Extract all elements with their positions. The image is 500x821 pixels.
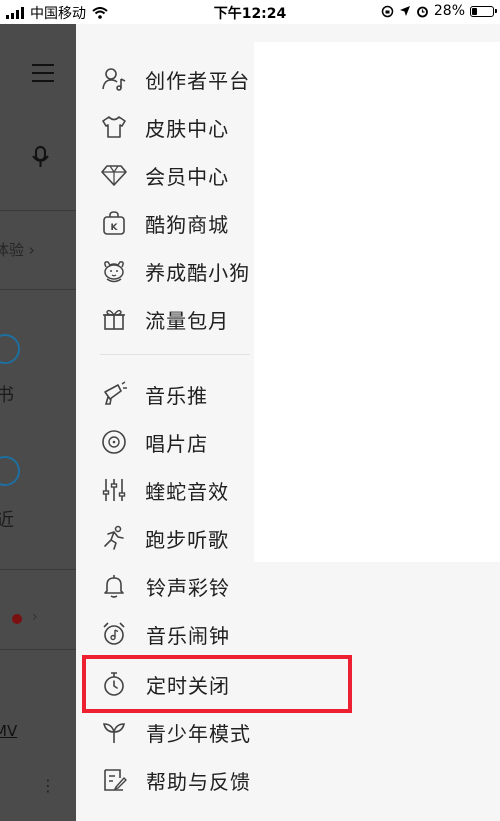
menu-item-label: 养成酷小狗 xyxy=(145,260,251,285)
background-page-overlay[interactable]: 体验 › 书 近 › MV ⋮ xyxy=(0,24,76,821)
status-bar: 中国移动 下午12:24 28% xyxy=(0,0,500,24)
bg-circle-icon xyxy=(0,334,20,364)
menu-item-data-plan[interactable]: 流量包月 xyxy=(76,297,256,341)
menu-item-viper-sound[interactable]: 蝰蛇音效 xyxy=(76,468,256,512)
menu-item-label: 跑步听歌 xyxy=(145,527,230,552)
menu-item-ringtone[interactable]: 铃声彩铃 xyxy=(76,564,376,608)
bg-divider xyxy=(0,210,76,211)
menu-item-creator-platform[interactable]: 创作者平台 xyxy=(76,57,256,101)
menu-item-label: 皮肤中心 xyxy=(145,116,230,141)
sprout-icon xyxy=(98,716,130,748)
more-vertical-icon: ⋮ xyxy=(40,776,56,795)
gift-icon xyxy=(98,303,129,335)
highlight-box xyxy=(82,655,352,713)
menu-item-label: 唱片店 xyxy=(145,431,209,456)
bg-divider xyxy=(0,289,76,290)
bg-divider xyxy=(0,649,76,650)
menu-item-record-store[interactable]: 唱片店 xyxy=(76,420,256,464)
menu-item-skin-center[interactable]: 皮肤中心 xyxy=(76,105,256,149)
menu-item-raise-puppy[interactable]: 养成酷小狗 xyxy=(76,249,256,293)
menu-item-label: 流量包月 xyxy=(145,308,230,333)
tshirt-icon xyxy=(98,111,129,143)
status-right: 28% xyxy=(381,3,497,19)
puppy-icon xyxy=(98,255,129,287)
megaphone-icon xyxy=(98,378,129,410)
menu-item-label: 音乐推 xyxy=(145,383,209,408)
menu-item-teen-mode[interactable]: 青少年模式 xyxy=(76,710,376,754)
alarm-clock-icon xyxy=(98,618,130,650)
bell-icon xyxy=(98,570,130,602)
rotation-lock-icon xyxy=(381,5,394,17)
bg-divider xyxy=(0,569,76,570)
diamond-icon xyxy=(98,159,129,191)
alarm-icon xyxy=(416,6,428,17)
menu-item-label: 酷狗商城 xyxy=(145,212,230,237)
equalizer-icon xyxy=(98,474,129,506)
microphone-icon xyxy=(28,144,54,176)
drawer-white-panel xyxy=(254,42,500,562)
battery-icon xyxy=(470,5,497,17)
running-icon xyxy=(98,522,129,554)
bg-experience-text: 体验 › xyxy=(0,241,35,259)
menu-item-label: 帮助与反馈 xyxy=(146,769,251,794)
bg-recent-text: 近 xyxy=(0,510,14,531)
menu-item-kugou-mall[interactable]: K 酷狗商城 xyxy=(76,201,256,245)
menu-item-label: 铃声彩铃 xyxy=(146,575,230,600)
bg-circle-icon xyxy=(0,456,20,486)
shopping-bag-icon: K xyxy=(98,207,129,239)
menu-item-label: 创作者平台 xyxy=(145,68,251,93)
menu-item-help-feedback[interactable]: 帮助与反馈 xyxy=(76,758,376,802)
menu-item-label: 青少年模式 xyxy=(146,721,251,746)
menu-separator xyxy=(100,354,250,355)
menu-item-label: 会员中心 xyxy=(145,164,230,189)
menu-item-label: 音乐闹钟 xyxy=(146,623,230,648)
battery-fill xyxy=(472,7,477,15)
location-icon xyxy=(399,6,410,16)
hamburger-icon xyxy=(32,64,54,88)
bg-book-text: 书 xyxy=(0,385,14,406)
battery-percent: 28% xyxy=(433,3,465,19)
chevron-right-icon: › xyxy=(32,609,38,625)
svg-text:K: K xyxy=(110,223,118,233)
menu-item-vip-center[interactable]: 会员中心 xyxy=(76,153,256,197)
menu-item-label: 蝰蛇音效 xyxy=(145,479,230,504)
menu-item-music-alarm[interactable]: 音乐闹钟 xyxy=(76,612,376,656)
bg-mv-text: MV xyxy=(0,722,18,740)
feedback-icon xyxy=(98,764,130,796)
person-music-icon xyxy=(98,63,129,95)
menu-item-running-music[interactable]: 跑步听歌 xyxy=(76,516,256,560)
vinyl-record-icon xyxy=(98,426,129,458)
bg-red-dot-icon xyxy=(12,614,22,624)
menu-item-music-promotion[interactable]: 音乐推 xyxy=(76,372,256,416)
